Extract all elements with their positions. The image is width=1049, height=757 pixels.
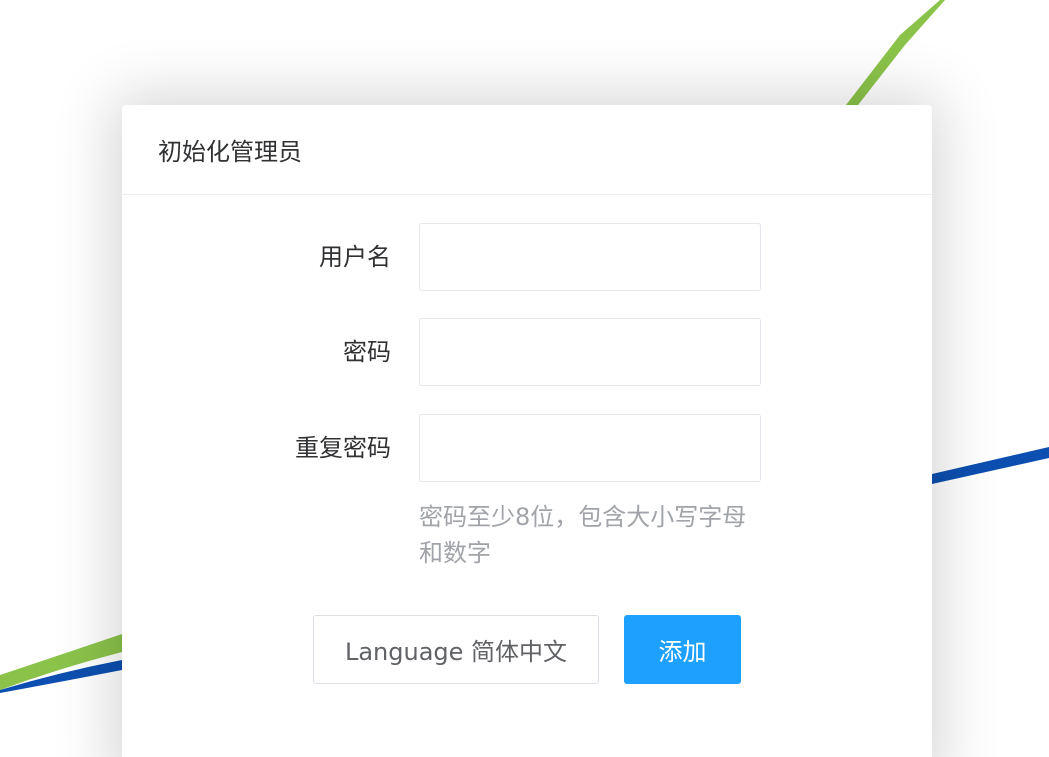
password-input[interactable] [419,318,761,386]
form-row-username: 用户名 [122,223,932,291]
form-row-password: 密码 [122,318,932,386]
add-button[interactable]: 添加 [624,615,741,684]
language-button[interactable]: Language 简体中文 [313,615,599,684]
password-hint: 密码至少8位，包含大小写字母和数字 [419,503,747,567]
green-swoosh-top [846,0,945,105]
password-label: 密码 [343,338,391,366]
dialog-header: 初始化管理员 [122,105,932,195]
username-input[interactable] [419,223,761,291]
init-admin-dialog: 初始化管理员 用户名 密码 重复密码 密码至少8位，包含大小写字母和数字 Lan… [122,105,932,757]
username-label: 用户名 [319,243,391,271]
confirm-password-label: 重复密码 [295,434,391,462]
blue-swoosh-right [932,447,1049,484]
confirm-password-input[interactable] [419,414,761,482]
form-row-confirm-password: 重复密码 [122,414,932,482]
page-background: 初始化管理员 用户名 密码 重复密码 密码至少8位，包含大小写字母和数字 Lan… [0,0,1049,757]
dialog-title: 初始化管理员 [158,138,302,166]
